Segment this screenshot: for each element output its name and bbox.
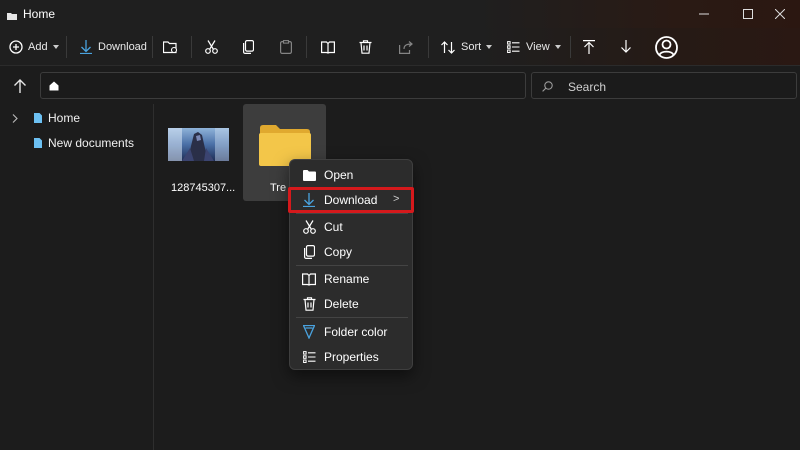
paste-button[interactable] [280,28,292,66]
toolbar-divider [428,36,429,58]
title-bar: Home [0,0,800,28]
menu-divider [296,265,408,266]
menu-item-cut[interactable]: Cut [290,215,414,239]
folder-color-icon [302,324,316,340]
view-list-icon [507,41,520,53]
new-folder-button[interactable] [163,28,178,66]
sort-label: Sort [461,41,482,53]
chevron-down-icon [554,45,561,49]
up-button[interactable] [10,76,30,96]
download-label: Download [98,41,147,53]
menu-item-label: Cut [324,220,343,234]
trash-icon [359,40,372,54]
home-icon [49,81,59,91]
chevron-right-icon [12,113,18,123]
rename-button[interactable] [321,28,335,66]
menu-item-label: Open [324,168,354,182]
minimize-icon [699,13,709,15]
search-icon [542,81,553,92]
folder-name-label: Tre [270,182,287,194]
menu-item-rename[interactable]: Rename [290,267,414,291]
search-placeholder: Search [568,80,607,94]
menu-item-properties[interactable]: Properties [290,345,414,369]
scissors-icon [302,219,316,235]
upload-button[interactable] [583,28,595,66]
chevron-down-icon [52,45,59,49]
menu-item-label: Rename [324,272,370,286]
folder-icon [7,9,17,20]
document-icon [34,138,42,148]
document-icon [34,113,42,123]
folder-icon [302,167,316,183]
add-label: Add [28,41,48,53]
download-icon [80,40,92,54]
rename-icon [321,40,335,54]
view-label: View [526,41,550,53]
menu-item-label: Folder color [324,325,388,339]
toolbar: Add Download Sort View [0,28,800,66]
toolbar-divider [570,36,571,58]
menu-item-folder-color[interactable]: Folder color [290,320,414,344]
toolbar-divider [66,36,67,58]
address-bar[interactable] [40,72,526,99]
copy-icon [243,40,254,54]
plus-circle-icon [9,40,23,54]
image-file-tile[interactable] [168,128,229,164]
chevron-down-icon [486,45,493,49]
sidebar-item-home[interactable]: Home [12,108,80,128]
cut-button[interactable] [205,28,218,66]
sidebar-item-label: Home [48,111,81,125]
menu-item-label: Copy [324,245,353,259]
properties-icon [302,349,316,365]
menu-item-delete[interactable]: Delete [290,292,414,316]
search-input[interactable]: Search [531,72,797,99]
highlight-annotation [288,187,414,213]
download-button[interactable]: Download [80,28,147,66]
menu-item-label: Properties [324,350,379,364]
arrow-up-icon [14,79,26,93]
toolbar-divider [306,36,307,58]
sidebar-item-new-documents[interactable]: New documents [34,133,134,153]
sidebar-item-label: New documents [48,136,135,150]
view-button[interactable]: View [507,28,561,66]
maximize-icon [743,9,753,19]
account-button[interactable] [655,28,678,66]
clipboard-icon [280,40,292,54]
sort-icon [441,40,455,54]
menu-item-label: Delete [324,297,359,311]
share-button[interactable] [399,28,413,66]
trash-icon [302,296,316,312]
file-name-label: 128745307... [171,182,236,194]
menu-divider [296,317,408,318]
scissors-icon [205,40,218,54]
user-avatar-icon [655,35,678,59]
close-icon [775,9,785,19]
minimize-button[interactable] [682,0,726,28]
share-icon [399,40,413,54]
window-title: Home [23,7,56,21]
menu-item-copy[interactable]: Copy [290,240,414,264]
toolbar-divider [191,36,192,58]
toolbar-divider [152,36,153,58]
arrow-down-button[interactable] [620,28,632,66]
copy-icon [302,244,316,260]
rename-icon [302,271,316,287]
arrow-down-icon [621,40,631,53]
add-button[interactable]: Add [9,28,59,66]
image-thumbnail [168,128,229,161]
pane-divider [153,104,154,450]
upload-icon [583,40,595,54]
copy-button[interactable] [243,28,254,66]
sort-button[interactable]: Sort [441,28,493,66]
menu-item-open[interactable]: Open [290,163,414,187]
menu-divider [296,213,408,214]
close-button[interactable] [760,0,800,28]
folder-settings-icon [163,40,178,53]
delete-button[interactable] [359,28,372,66]
